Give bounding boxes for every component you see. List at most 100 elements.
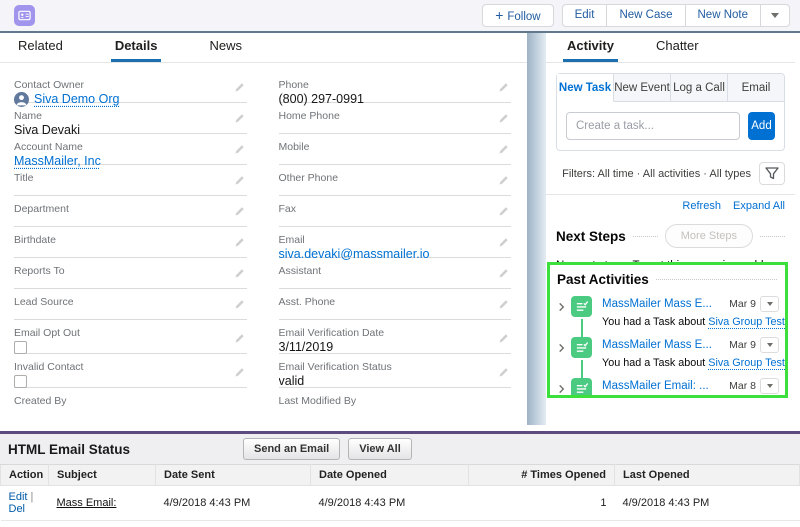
activity-menu-button[interactable] (760, 378, 779, 394)
more-actions-button[interactable] (760, 4, 790, 27)
plus-icon: + (495, 7, 503, 23)
tab-details[interactable]: Details (111, 38, 162, 62)
col-subject: Subject (49, 465, 156, 486)
edit-pencil-icon[interactable] (498, 173, 509, 191)
filter-button[interactable] (759, 162, 785, 185)
tab-log-a-call[interactable]: Log a Call (671, 74, 728, 101)
field-mobile: Mobile (279, 139, 512, 165)
times-opened-cell: 1 (469, 521, 615, 527)
email-status-table: Action Subject Date Sent Date Opened # T… (0, 464, 800, 527)
email-verification-date-value: 3/11/2019 (279, 340, 334, 355)
tab-activity[interactable]: Activity (563, 38, 618, 62)
name-value: Siva Devaki (14, 123, 80, 138)
action-button-group: Edit New Case New Note (562, 4, 790, 27)
edit-pencil-icon[interactable] (498, 235, 509, 253)
follow-button[interactable]: +Follow (482, 4, 553, 27)
edit-link[interactable]: Edit (9, 491, 28, 503)
activity-menu-button[interactable] (760, 296, 779, 312)
invalid-contact-checkbox[interactable] (14, 375, 27, 388)
field-home-phone: Home Phone (279, 108, 512, 134)
activity-title-link[interactable]: MassMailer Mass E... (602, 339, 725, 351)
edit-pencil-icon[interactable] (234, 297, 245, 315)
subject-link[interactable]: Mass Email: (57, 497, 117, 509)
edit-pencil-icon[interactable] (498, 297, 509, 315)
field-email: Email siva.devaki@massmailer.io (279, 232, 512, 258)
send-an-email-button[interactable]: Send an Email (243, 438, 340, 460)
contact-owner-link[interactable]: Siva Demo Org (34, 92, 119, 107)
edit-pencil-icon[interactable] (234, 204, 245, 222)
edit-pencil-icon[interactable] (234, 266, 245, 284)
activity-subject-link[interactable]: Siva Group Test 3/9/2019 ... (708, 316, 788, 328)
past-activities-title: Past Activities (557, 272, 649, 287)
col-date-opened: Date Opened (311, 465, 469, 486)
activity-title-link[interactable]: MassMailer Email: ... (602, 380, 725, 392)
edit-pencil-icon[interactable] (234, 142, 245, 160)
edit-pencil-icon[interactable] (498, 204, 509, 222)
activity-subject-link[interactable]: Siva Group Test 3/9/2019 ... (708, 357, 788, 369)
col-last-opened: Last Opened (615, 465, 800, 486)
del-link[interactable]: Del (9, 503, 26, 515)
next-steps-section: Next Steps More Steps (556, 224, 785, 248)
date-sent-cell: 4/9/2018 4:43 PM (156, 486, 311, 521)
task-icon (571, 296, 592, 317)
chevron-right-icon[interactable] (557, 381, 566, 398)
edit-pencil-icon[interactable] (498, 266, 509, 284)
new-note-button[interactable]: New Note (685, 4, 761, 27)
view-all-button[interactable]: View All (348, 438, 412, 460)
tab-email[interactable]: Email (728, 74, 784, 101)
tab-new-task[interactable]: New Task (557, 74, 614, 102)
chevron-right-icon[interactable] (557, 340, 566, 358)
activity-composer: New Task New Event Log a Call Email Add (556, 73, 785, 151)
expand-all-link[interactable]: Expand All (733, 200, 785, 212)
tab-new-event[interactable]: New Event (614, 74, 671, 101)
create-task-input[interactable] (566, 112, 740, 140)
card-gap-divider (527, 33, 546, 425)
edit-pencil-icon[interactable] (498, 331, 509, 349)
email-status-header: HTML Email Status Send an Email View All (0, 434, 800, 464)
edit-pencil-icon[interactable] (234, 111, 245, 129)
record-actions: +Follow Edit New Case New Note (482, 4, 790, 27)
field-email-verification-status: Email Verification Status valid (279, 359, 512, 388)
funnel-icon (765, 167, 779, 180)
edit-pencil-icon[interactable] (234, 331, 245, 349)
activity-menu-button[interactable] (760, 337, 779, 353)
chevron-down-icon (771, 13, 779, 18)
refresh-link[interactable]: Refresh (682, 200, 721, 212)
field-birthdate: Birthdate (14, 232, 247, 258)
activity-item: MassMailer Mass E... Mar 9 You had a Tas… (554, 296, 779, 328)
email-link[interactable]: siva.devaki@massmailer.io (279, 247, 430, 262)
account-name-link[interactable]: MassMailer, Inc (14, 154, 101, 169)
last-opened-cell: 4/9/2018 4:43 PM (615, 486, 800, 521)
edit-pencil-icon[interactable] (498, 142, 509, 160)
tab-related[interactable]: Related (14, 38, 67, 62)
html-email-status-section: HTML Email Status Send an Email View All… (0, 431, 800, 527)
next-steps-title: Next Steps (556, 229, 626, 244)
task-icon (571, 378, 592, 398)
field-other-phone: Other Phone (279, 170, 512, 196)
edit-pencil-icon[interactable] (234, 80, 245, 98)
detail-fields-left: Contact Owner Siva Demo Org Name Siva De… (14, 77, 247, 424)
edit-pencil-icon[interactable] (498, 80, 509, 98)
last-opened-cell: 4/9/2018 4:24 PM (615, 521, 800, 527)
filters-row: Filters: All time · All activities · All… (556, 162, 785, 185)
add-task-button[interactable]: Add (748, 112, 775, 140)
activity-title-link[interactable]: MassMailer Mass E... (602, 298, 725, 310)
tab-news[interactable]: News (205, 38, 246, 62)
activity-date: Mar 9 (729, 298, 756, 310)
field-created-by: Created By (14, 393, 247, 419)
edit-pencil-icon[interactable] (234, 173, 245, 191)
edit-pencil-icon[interactable] (498, 365, 509, 383)
email-opt-out-checkbox[interactable] (14, 341, 27, 354)
more-steps-button[interactable]: More Steps (665, 224, 753, 248)
chevron-right-icon[interactable] (557, 299, 566, 317)
edit-button[interactable]: Edit (562, 4, 607, 27)
edit-pencil-icon[interactable] (234, 365, 245, 383)
email-status-title: HTML Email Status (8, 442, 130, 457)
edit-pencil-icon[interactable] (234, 235, 245, 253)
tab-chatter[interactable]: Chatter (652, 38, 703, 62)
new-case-button[interactable]: New Case (606, 4, 684, 27)
chevron-down-icon (767, 384, 773, 388)
contact-card-icon (18, 9, 31, 22)
chevron-down-icon (767, 343, 773, 347)
edit-pencil-icon[interactable] (498, 111, 509, 129)
